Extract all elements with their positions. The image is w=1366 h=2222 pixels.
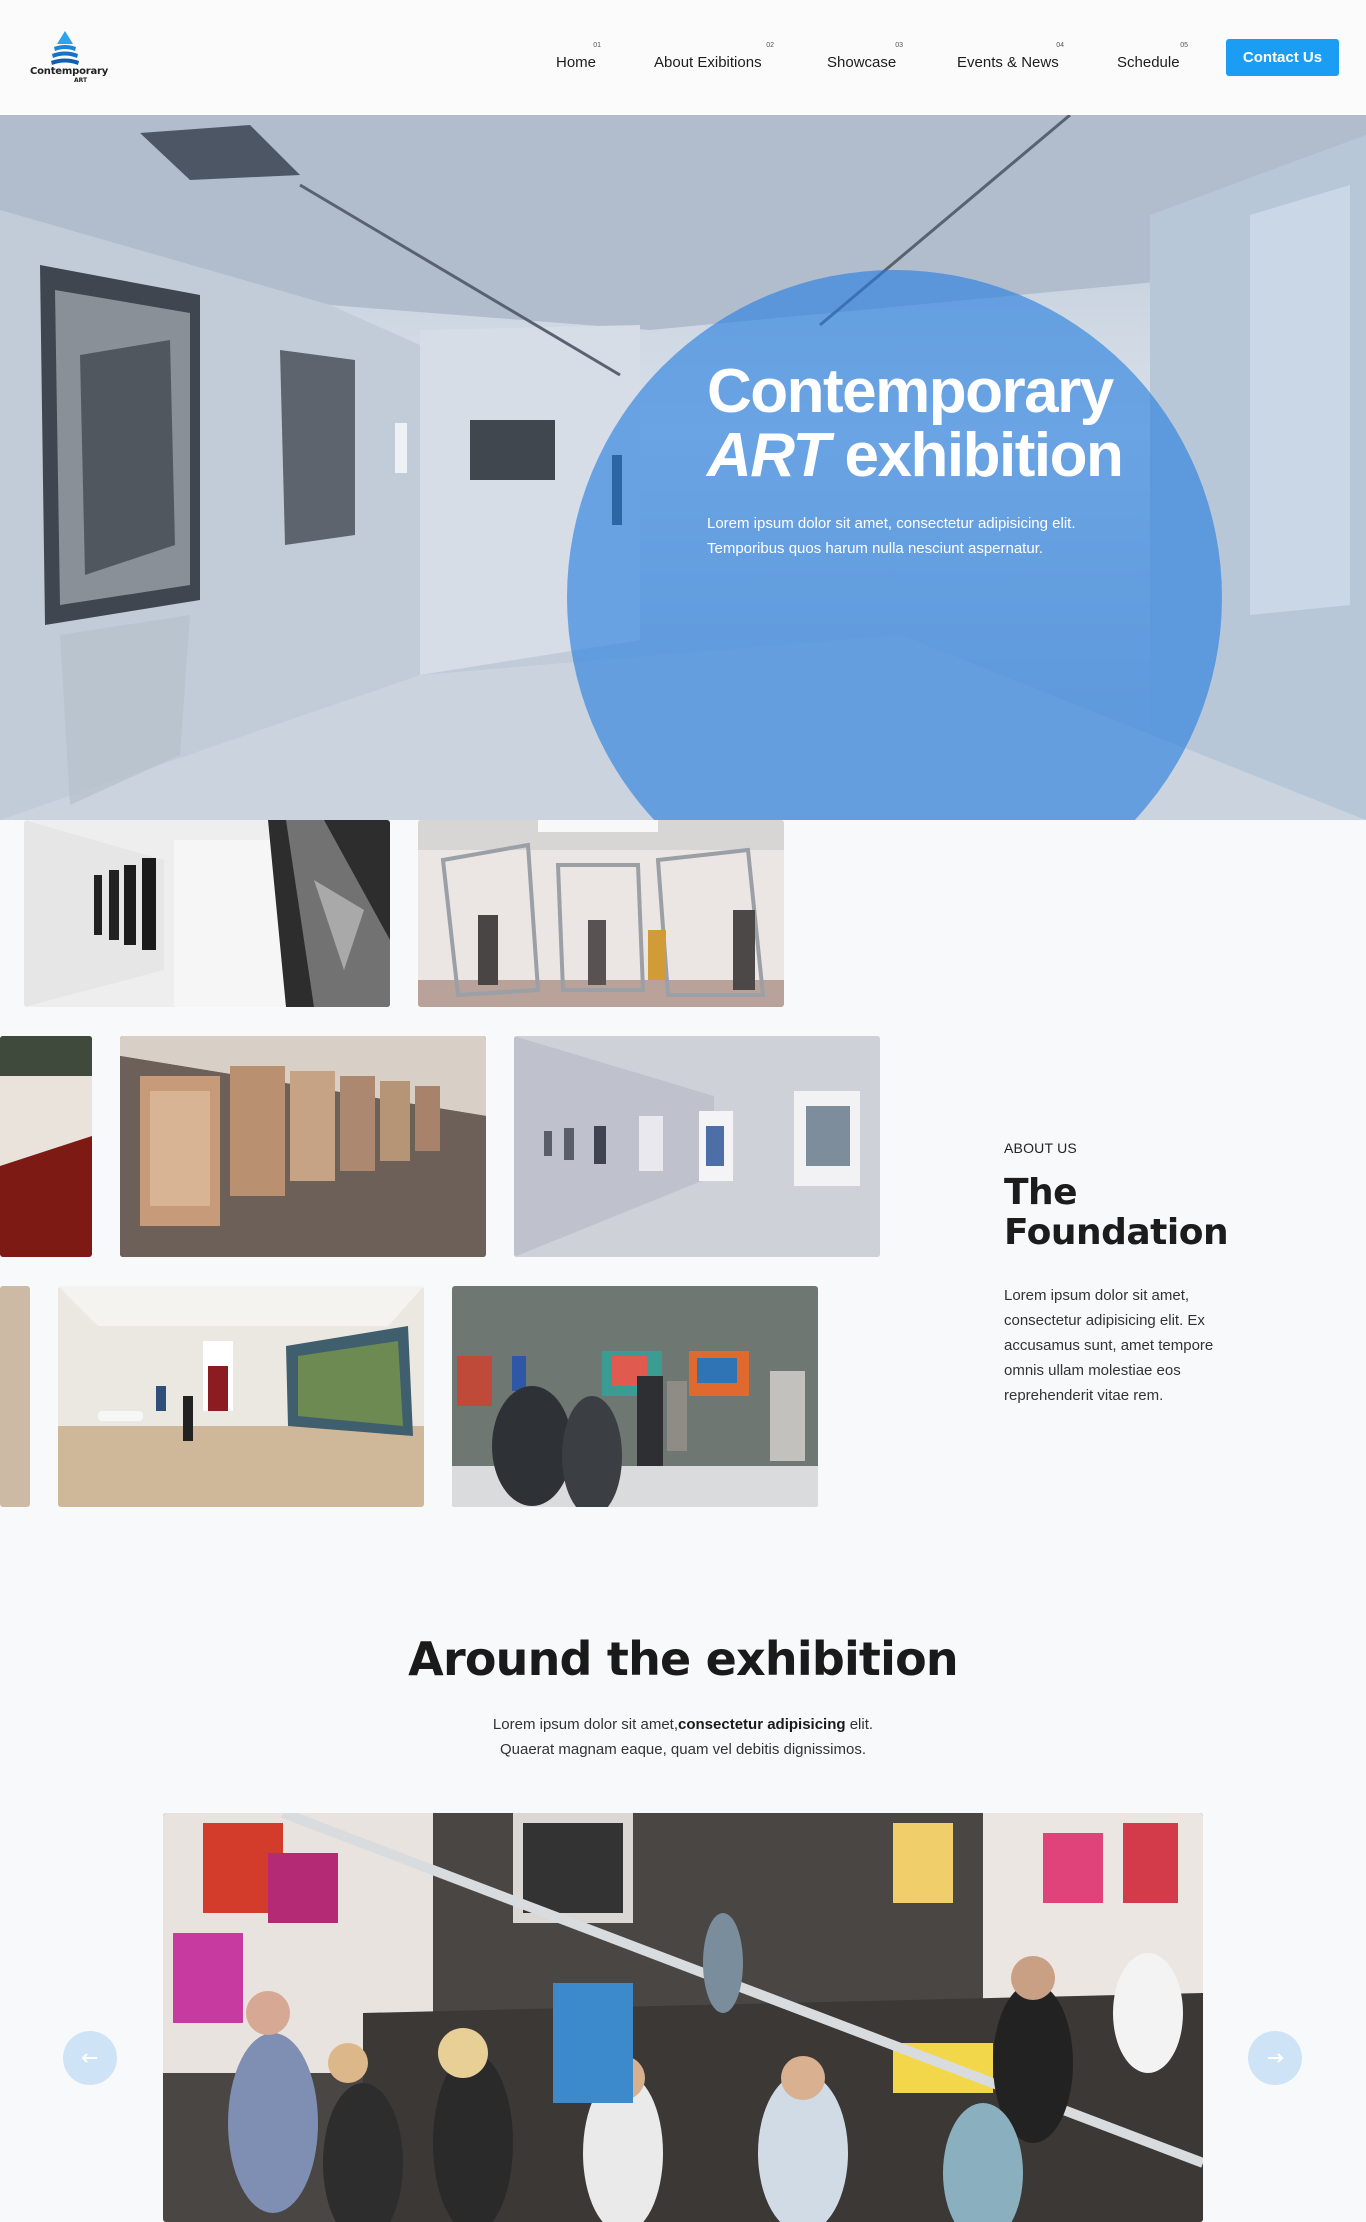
- around-desc-line2: Quaerat magnam eaque, quam vel debitis d…: [499, 1741, 867, 1758]
- around-title: Around the exhibition: [408, 1632, 958, 1686]
- site-header: Contemporary ART 01 Home 02 About Exibit…: [0, 0, 1366, 115]
- around-desc-text: elit.: [845, 1716, 874, 1733]
- about-text: Lorem ipsum dolor sit amet, consectetur …: [1004, 1287, 1214, 1404]
- nav-number: 01: [593, 42, 601, 49]
- hero-description: Lorem ipsum dolor sit amet, consectetur …: [707, 515, 1076, 557]
- nav-number: 05: [1180, 42, 1188, 49]
- carousel-next-button[interactable]: [1248, 2031, 1302, 2085]
- nav-label: About Exibitions: [654, 54, 762, 71]
- logo-text: Contemporary: [30, 66, 109, 77]
- nav-number: 03: [895, 42, 903, 49]
- around-exhibition-photo[interactable]: [163, 1813, 1203, 2222]
- nav-number: 02: [766, 42, 774, 49]
- nav-label: Events & News: [957, 54, 1059, 71]
- gallery-photo-white-room[interactable]: [24, 820, 390, 1007]
- nav-label: Schedule: [1117, 54, 1180, 71]
- gallery-photo-red-wall[interactable]: [0, 1036, 92, 1257]
- around-desc-text: Lorem ipsum dolor sit amet,: [492, 1716, 678, 1733]
- contact-us-button[interactable]: Contact Us: [1226, 39, 1339, 76]
- carousel-prev-button[interactable]: [63, 2031, 117, 2085]
- about-eyebrow: ABOUT US: [1004, 1140, 1077, 1156]
- gallery-photo-white-hall[interactable]: [514, 1036, 880, 1257]
- gallery-photo-water-lilies-room[interactable]: [58, 1286, 424, 1507]
- gallery-photo-visitors-grey-room[interactable]: [452, 1286, 818, 1507]
- hero-title-italic: ART: [707, 421, 830, 490]
- gallery-photo-easel-portraits[interactable]: [120, 1036, 486, 1257]
- logo-subtext: ART: [74, 77, 88, 84]
- around-desc-bold: consectetur adipisicing: [678, 1716, 846, 1733]
- logo[interactable]: Contemporary ART: [30, 30, 110, 86]
- nav-label: Home: [556, 54, 597, 71]
- hero-title-line1: Contemporary: [707, 357, 1114, 426]
- hero-title: Contemporary ART exhibition: [707, 357, 1124, 490]
- nav-number: 04: [1056, 42, 1064, 49]
- gallery-photo-frames-corridor[interactable]: [418, 820, 784, 1007]
- nav-label: Showcase: [827, 54, 897, 71]
- gallery-photo-beige-wall[interactable]: [0, 1286, 30, 1507]
- around-description: Lorem ipsum dolor sit amet,consectetur a…: [0, 1712, 1366, 1762]
- logo-drop-icon: [51, 31, 79, 65]
- about-title: The Foundation: [1004, 1172, 1229, 1253]
- hero-section: Contemporary ART exhibition Lorem ipsum …: [0, 115, 1366, 820]
- arrow-left-icon: [81, 2053, 97, 2063]
- arrow-right-icon: [1268, 2053, 1284, 2063]
- hero-title-rest: exhibition: [844, 421, 1124, 490]
